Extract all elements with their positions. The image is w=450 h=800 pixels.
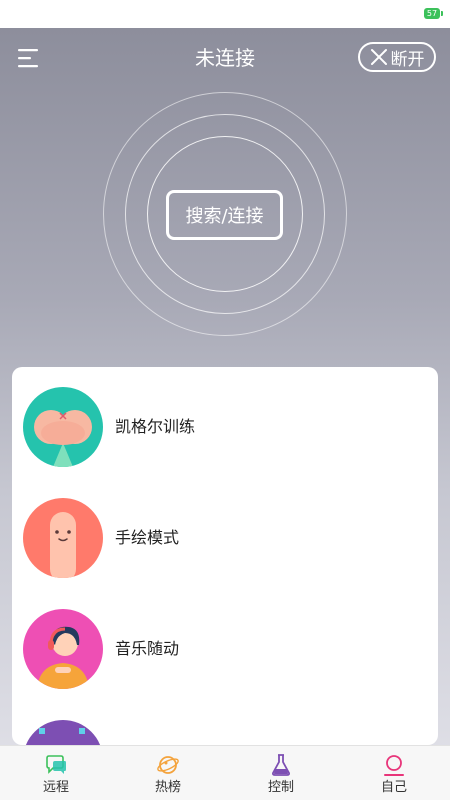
tab-label: 热榜 xyxy=(154,780,181,795)
mode-label: 音乐随动 xyxy=(115,639,180,658)
search-connect-button[interactable]: 搜索/连接 xyxy=(166,190,283,240)
tab-hot[interactable]: 热榜 xyxy=(112,746,224,800)
battery-icon: 57 xyxy=(424,8,443,19)
mode-label: 手绘模式 xyxy=(115,528,180,547)
chat-icon xyxy=(44,753,68,777)
music-avatar-icon xyxy=(23,609,103,689)
tab-remote[interactable]: 远程 xyxy=(0,746,112,800)
disconnect-label: 断开 xyxy=(390,49,425,70)
status-bar: 57 xyxy=(0,0,450,28)
tab-me[interactable]: 自己 xyxy=(338,746,450,800)
close-icon xyxy=(370,48,388,66)
kegel-avatar-icon xyxy=(23,387,103,467)
mode-item-kegel[interactable]: 凯格尔训练 xyxy=(12,367,438,467)
tab-label: 远程 xyxy=(42,780,69,795)
tab-control[interactable]: 控制 xyxy=(225,746,337,800)
tab-label: 自己 xyxy=(380,780,407,795)
mode-item-music[interactable]: 音乐随动 xyxy=(12,589,438,689)
planet-icon xyxy=(156,753,180,777)
mode-item-partial[interactable] xyxy=(12,700,438,745)
mode-item-drawing[interactable]: 手绘模式 xyxy=(12,478,438,578)
disconnect-button[interactable]: 断开 xyxy=(358,42,436,72)
person-icon xyxy=(382,753,406,777)
tab-label: 控制 xyxy=(267,780,294,795)
partial-avatar-icon xyxy=(23,720,103,745)
finger-avatar-icon xyxy=(23,498,103,578)
flask-icon xyxy=(269,753,293,777)
bottom-tab-bar: 远程 热榜 控制 自己 xyxy=(0,745,450,800)
mode-list-card: 凯格尔训练 手绘模式 音乐随动 xyxy=(12,367,438,745)
mode-label: 凯格尔训练 xyxy=(115,417,196,436)
